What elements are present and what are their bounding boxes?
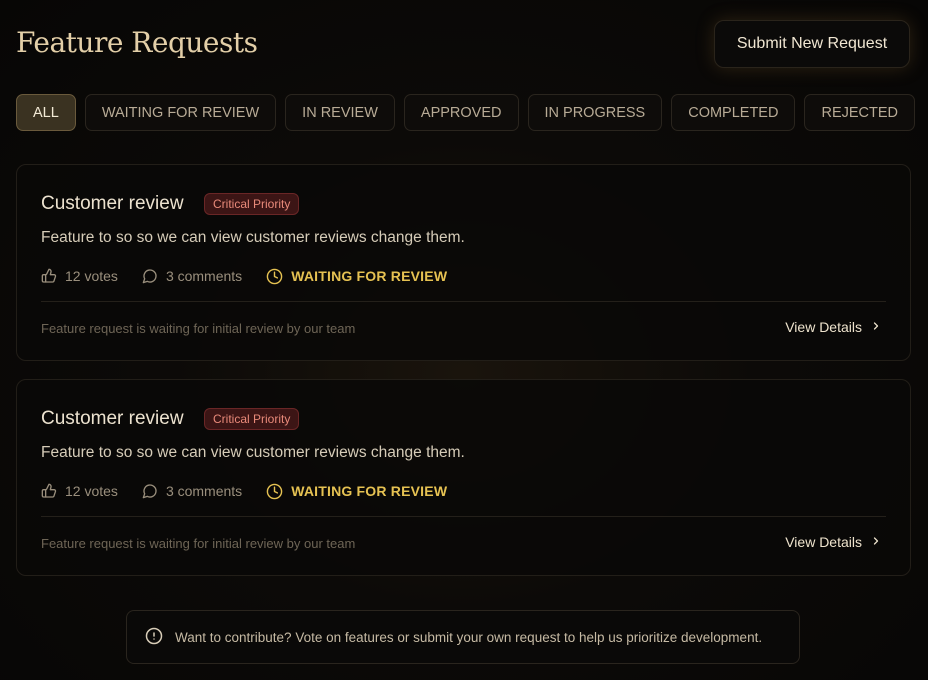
- comments-count: 3 comments: [165, 483, 243, 499]
- view-details-label: View Details: [785, 534, 862, 550]
- info-text: Want to contribute? Vote on features or …: [175, 629, 763, 645]
- status-note: Feature request is waiting for initial r…: [41, 321, 356, 336]
- clock-icon: [266, 483, 283, 500]
- votes-button[interactable]: 12 votes: [41, 483, 118, 499]
- contribute-info-banner: Want to contribute? Vote on features or …: [126, 610, 800, 664]
- status-note: Feature request is waiting for initial r…: [41, 536, 356, 551]
- tab-in-progress[interactable]: IN PROGRESS: [527, 94, 663, 131]
- tab-all[interactable]: ALL: [16, 94, 76, 131]
- votes-count: 12 votes: [65, 483, 118, 499]
- tab-rejected[interactable]: REJECTED: [804, 94, 916, 131]
- tab-waiting-for-review[interactable]: WAITING FOR REVIEW: [84, 94, 277, 131]
- status-indicator: WAITING FOR REVIEW: [266, 268, 447, 285]
- request-description: Feature to so so we can view customer re…: [41, 229, 465, 246]
- request-title: Customer review: [41, 408, 184, 429]
- status-indicator: WAITING FOR REVIEW: [266, 483, 447, 500]
- priority-badge: Critical Priority: [204, 193, 300, 215]
- thumbs-up-icon: [41, 268, 57, 284]
- feature-request-card: Customer review Critical Priority Featur…: [16, 164, 911, 361]
- comments-count: 3 comments: [165, 268, 243, 284]
- request-title: Customer review: [41, 193, 184, 214]
- status-label: WAITING FOR REVIEW: [291, 268, 448, 284]
- status-filter-tabs: ALL WAITING FOR REVIEW IN REVIEW APPROVE…: [16, 94, 916, 131]
- votes-button[interactable]: 12 votes: [41, 268, 118, 284]
- tab-completed[interactable]: COMPLETED: [671, 94, 796, 131]
- view-details-label: View Details: [785, 319, 862, 335]
- submit-new-request-button[interactable]: Submit New Request: [714, 20, 910, 68]
- clock-icon: [266, 268, 283, 285]
- votes-count: 12 votes: [65, 268, 118, 284]
- status-label: WAITING FOR REVIEW: [291, 483, 448, 499]
- card-divider: [41, 301, 886, 302]
- tab-in-review[interactable]: IN REVIEW: [285, 94, 395, 131]
- request-meta: 12 votes 3 comments WAITING FOR REVIEW: [41, 265, 447, 287]
- comment-icon: [142, 483, 158, 499]
- request-meta: 12 votes 3 comments WAITING FOR REVIEW: [41, 480, 447, 502]
- feature-request-card: Customer review Critical Priority Featur…: [16, 379, 911, 576]
- tab-approved[interactable]: APPROVED: [403, 94, 519, 131]
- chevron-right-icon: [870, 534, 882, 550]
- view-details-link[interactable]: View Details: [785, 319, 882, 335]
- page-title: Feature Requests: [16, 26, 258, 59]
- comments-button[interactable]: 3 comments: [142, 483, 242, 499]
- card-divider: [41, 516, 886, 517]
- thumbs-up-icon: [41, 483, 57, 499]
- chevron-right-icon: [870, 319, 882, 335]
- comment-icon: [142, 268, 158, 284]
- view-details-link[interactable]: View Details: [785, 534, 882, 550]
- priority-badge: Critical Priority: [204, 408, 300, 430]
- request-description: Feature to so so we can view customer re…: [41, 444, 465, 461]
- comments-button[interactable]: 3 comments: [142, 268, 242, 284]
- info-icon: [145, 627, 163, 648]
